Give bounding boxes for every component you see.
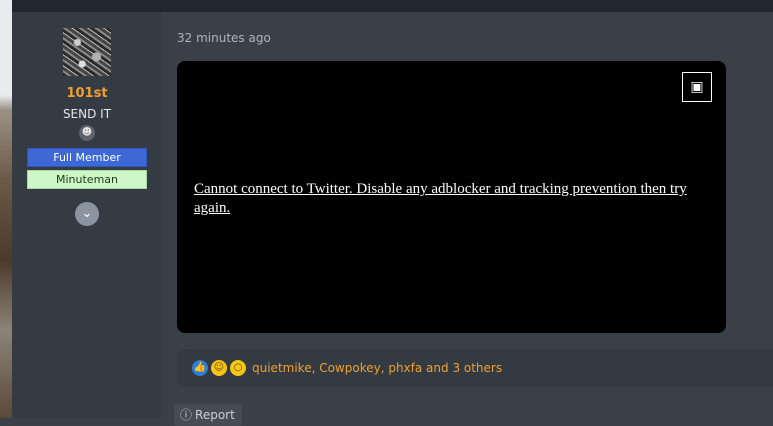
minuteman-banner: Minuteman	[27, 170, 147, 189]
expand-user-info-button[interactable]: ⌄	[75, 202, 99, 226]
user-title: SEND IT	[62, 107, 112, 121]
user-info-column: 101st SEND IT ☻ Full Member Minuteman ⌄	[12, 12, 162, 418]
background-photo-edge	[0, 0, 12, 418]
chevron-down-icon: ⌄	[81, 206, 93, 221]
laugh-icon[interactable]: ☺	[211, 360, 227, 376]
reaction-bar: 👍 ☺ ○ quietmike, Cowpokey, phxfa and 3 o…	[177, 349, 773, 387]
reaction-users-link[interactable]: quietmike, Cowpokey, phxfa and 3 others	[252, 360, 502, 376]
post-area: 32 minutes ago ▣ Cannot connect to Twitt…	[162, 12, 773, 426]
top-bar	[12, 0, 773, 12]
embed-error-message[interactable]: Cannot connect to Twitter. Disable any a…	[194, 180, 709, 218]
post-timestamp[interactable]: 32 minutes ago	[177, 31, 271, 45]
full-member-banner: Full Member	[27, 148, 147, 167]
report-label: Report	[195, 408, 235, 422]
twitter-embed: ▣ Cannot connect to Twitter. Disable any…	[177, 61, 726, 333]
avatar[interactable]	[63, 28, 111, 76]
like-icon[interactable]: 👍	[192, 360, 208, 376]
image-placeholder-icon[interactable]: ▣	[682, 72, 712, 102]
user-badge-icon: ☻	[79, 125, 95, 141]
report-button[interactable]: ⓘ Report	[174, 404, 242, 426]
report-icon: ⓘ	[180, 408, 193, 422]
wow-icon[interactable]: ○	[230, 360, 246, 376]
username[interactable]: 101st	[12, 86, 162, 101]
